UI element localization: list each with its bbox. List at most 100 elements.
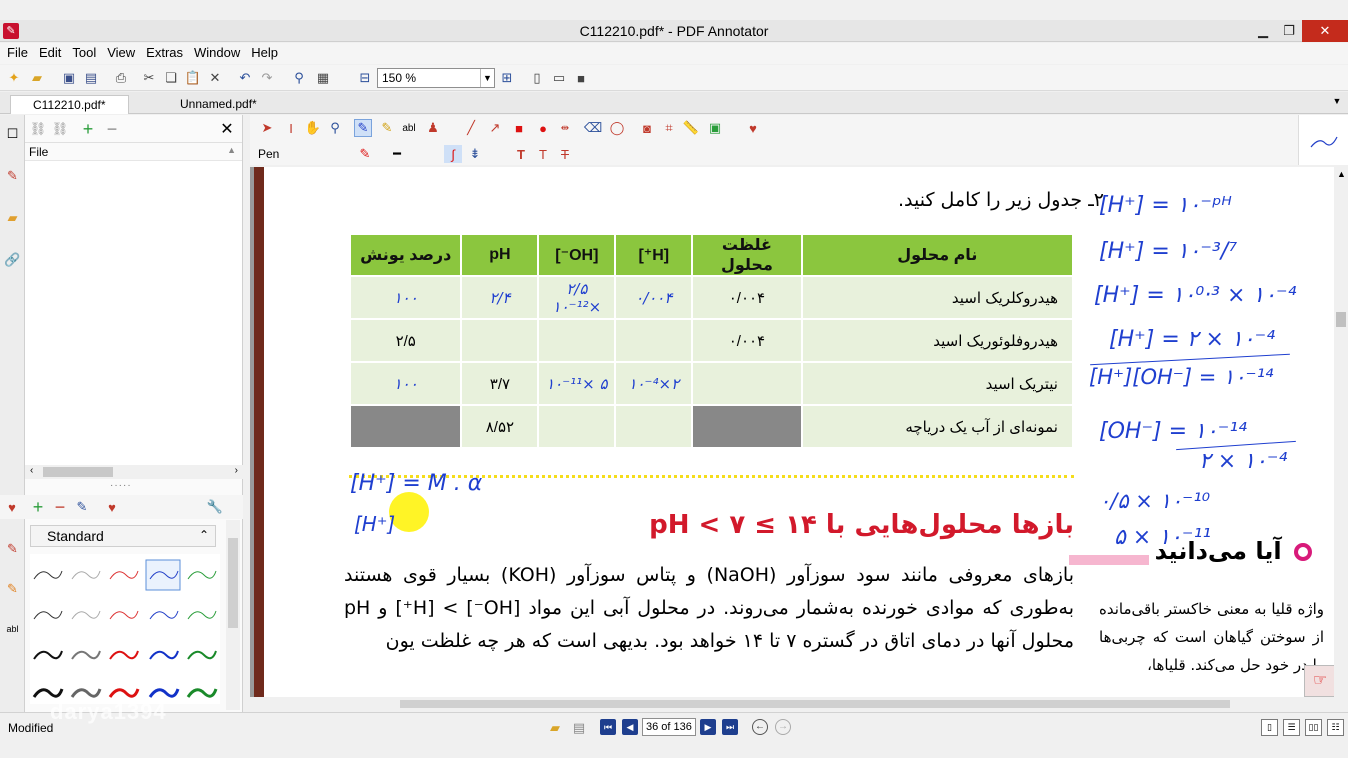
scroll-up-icon[interactable]: ▲ — [1337, 169, 1346, 179]
pen-swatch[interactable] — [70, 688, 102, 698]
pen-category-header[interactable]: Standard ⌃ — [30, 525, 216, 547]
scroll-right-icon[interactable]: › — [235, 465, 238, 476]
select-arrow-icon[interactable]: ➤ — [258, 119, 276, 137]
current-pen-preview[interactable] — [1298, 115, 1348, 165]
pen-swatch[interactable] — [149, 610, 179, 620]
last-page-button[interactable]: ⏭ — [722, 719, 738, 735]
remove-icon[interactable]: − — [103, 119, 121, 139]
heart-icon[interactable]: ♥ — [103, 498, 121, 516]
previous-page-button[interactable]: ◀ — [622, 719, 638, 735]
hand-icon[interactable]: ✋ — [304, 119, 322, 137]
insert-image-icon[interactable]: ▣ — [706, 119, 724, 137]
forward-button[interactable]: → — [775, 719, 791, 735]
folder-rail-icon[interactable]: ▰ — [4, 209, 21, 226]
ruler-icon[interactable]: 📏 — [682, 119, 700, 137]
camera-icon[interactable]: ◙ — [638, 119, 656, 137]
highlighter-tool-icon[interactable]: ✎ — [378, 119, 396, 137]
smooth-stroke-icon[interactable]: ∫ — [444, 145, 462, 163]
splitter-handle[interactable]: ····· — [110, 480, 132, 491]
pen-swatch[interactable] — [71, 610, 101, 620]
fit-width-icon[interactable]: ▭ — [550, 69, 568, 87]
link-icon[interactable]: ⛓ — [29, 120, 47, 138]
continuous-view-button[interactable]: ☰ — [1283, 719, 1300, 736]
add-icon[interactable]: + — [79, 119, 97, 139]
pen-swatch[interactable] — [148, 688, 180, 698]
zoom-tool-icon[interactable]: ⚲ — [326, 119, 344, 137]
pen-swatch[interactable] — [109, 650, 139, 660]
measure-tool-icon[interactable]: ⇹ — [556, 119, 574, 137]
pen-tool-icon[interactable]: ✎ — [354, 119, 372, 137]
copy-icon[interactable]: ❏ — [162, 69, 180, 87]
next-page-button[interactable]: ▶ — [700, 719, 716, 735]
single-page-view-button[interactable]: ▯ — [1261, 719, 1278, 736]
pdf-page[interactable]: ۲ـ جدول زیر را کامل کنید. نام محلول غلظت… — [264, 167, 1334, 697]
menu-extras[interactable]: Extras — [139, 43, 187, 64]
pen-swatch[interactable] — [187, 650, 217, 660]
text-box-tool-icon[interactable]: abl — [400, 119, 418, 137]
wrench-icon[interactable]: 🔧 — [206, 498, 224, 516]
save-status-icon[interactable]: ▤ — [570, 719, 588, 737]
pen-mode-icon[interactable]: ✎ — [4, 540, 21, 557]
pen-rail-icon[interactable]: ✎ — [4, 167, 21, 184]
menu-tool[interactable]: Tool — [65, 43, 100, 64]
menu-view[interactable]: View — [100, 43, 139, 64]
maximize-button[interactable]: ❐ — [1272, 20, 1306, 42]
find-icon[interactable]: ⚲ — [290, 69, 308, 87]
menu-window[interactable]: Window — [187, 43, 244, 64]
first-page-button[interactable]: ⏮ — [600, 719, 616, 735]
text-strike-icon[interactable]: T — [556, 145, 574, 163]
favorite-heart-icon[interactable]: ♥ — [3, 498, 21, 516]
redo-icon[interactable]: ↷ — [258, 69, 276, 87]
chevron-down-icon[interactable]: ▼ — [480, 69, 494, 87]
paste-icon[interactable]: 📋 — [184, 69, 202, 87]
pen-swatch[interactable] — [71, 650, 101, 660]
pen-swatch[interactable] — [186, 688, 218, 698]
edit-pen-icon[interactable]: ✎ — [73, 498, 91, 516]
save-all-icon[interactable]: ▤ — [82, 69, 100, 87]
chevron-up-icon[interactable]: ⌃ — [199, 528, 209, 542]
print-icon[interactable]: ⎙ — [112, 69, 130, 87]
pen-swatch[interactable] — [149, 650, 179, 660]
fit-page-icon[interactable]: ▯ — [528, 69, 546, 87]
pen-swatch[interactable] — [109, 610, 139, 620]
pen-swatch[interactable] — [71, 570, 101, 580]
close-panel-icon[interactable]: ✕ — [218, 120, 236, 138]
pen-swatch[interactable] — [33, 570, 63, 580]
unlink-icon[interactable]: ⛓ — [51, 120, 69, 138]
tab-list-chevron-icon[interactable]: ▼ — [1330, 96, 1344, 110]
highlighter-mode-icon[interactable]: ✎ — [4, 580, 21, 597]
favorites-heart-icon[interactable]: ♥ — [744, 119, 762, 137]
crop-icon[interactable]: ⌗ — [660, 119, 678, 137]
scroll-left-icon[interactable]: ‹ — [30, 465, 33, 476]
scrollbar-thumb[interactable] — [43, 467, 113, 477]
cut-icon[interactable]: ✂ — [140, 69, 158, 87]
attachment-icon[interactable]: 🔗 — [4, 251, 21, 268]
delete-icon[interactable]: ✕ — [206, 69, 224, 87]
page-icon[interactable]: ☐ — [4, 125, 21, 142]
pen-swatch[interactable] — [33, 650, 63, 660]
zoom-in-icon[interactable]: ⊞ — [498, 69, 516, 87]
sort-chevron-icon[interactable]: ▲ — [227, 145, 236, 155]
two-page-continuous-view-button[interactable]: ☷ — [1327, 719, 1344, 736]
ellipse-tool-icon[interactable]: ● — [534, 119, 552, 137]
panel-horizontal-scrollbar[interactable]: ‹ › — [25, 465, 243, 479]
file-header[interactable]: File ▲ — [25, 143, 242, 161]
page-tools-icon[interactable]: ▦ — [314, 69, 332, 87]
text-bold-icon[interactable]: T — [512, 145, 530, 163]
pens-vertical-scrollbar[interactable] — [226, 520, 240, 710]
save-icon[interactable]: ▣ — [60, 69, 78, 87]
pen-swatch[interactable] — [33, 610, 63, 620]
page-number-field[interactable]: 36 of 136 — [642, 718, 696, 736]
pen-swatch[interactable] — [187, 570, 217, 580]
text-size-icon[interactable]: T — [534, 145, 552, 163]
document-vertical-scrollbar[interactable]: ▲ — [1334, 167, 1348, 697]
text-mode-icon[interactable]: abl — [4, 620, 21, 637]
back-button[interactable]: ← — [752, 719, 768, 735]
two-page-view-button[interactable]: ▯▯ — [1305, 719, 1322, 736]
pen-swatch[interactable] — [187, 610, 217, 620]
undo-icon[interactable]: ↶ — [236, 69, 254, 87]
menu-file[interactable]: File — [0, 43, 32, 64]
close-window-button[interactable]: ✕ — [1302, 20, 1348, 42]
scrollbar-thumb[interactable] — [1336, 312, 1346, 327]
pen-swatch[interactable] — [108, 688, 140, 698]
